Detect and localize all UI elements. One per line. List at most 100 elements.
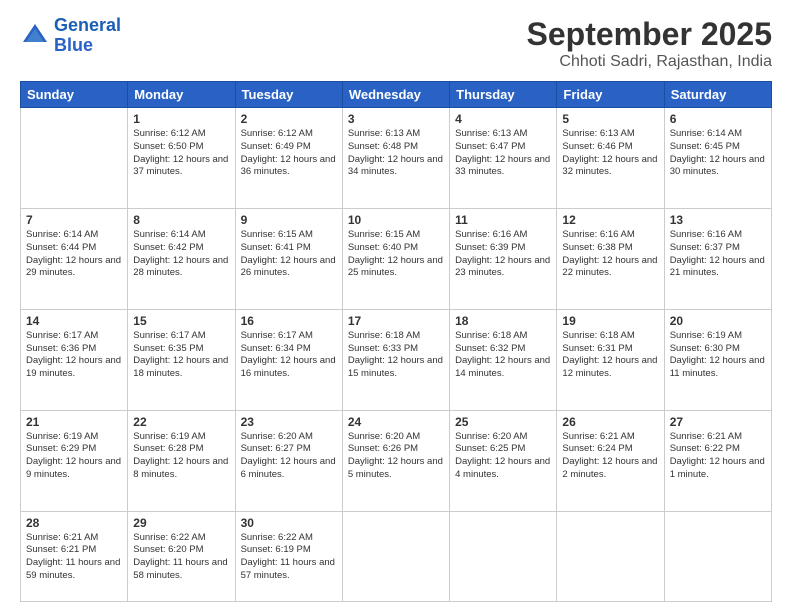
calendar-cell: 18 Sunrise: 6:18 AM Sunset: 6:32 PM Dayli…	[450, 309, 557, 410]
calendar-cell: 28 Sunrise: 6:21 AM Sunset: 6:21 PM Dayli…	[21, 511, 128, 602]
logo-general: General	[54, 15, 121, 35]
day-number: 4	[455, 112, 551, 126]
day-info: Sunrise: 6:19 AM Sunset: 6:30 PM Dayligh…	[670, 330, 766, 381]
logo-icon	[20, 21, 50, 51]
day-number: 6	[670, 112, 766, 126]
day-number: 21	[26, 415, 122, 429]
day-number: 28	[26, 516, 122, 530]
calendar-cell	[21, 108, 128, 209]
day-number: 29	[133, 516, 229, 530]
calendar-cell: 9Sunrise: 6:15 AM Sunset: 6:41 PM Daylig…	[235, 208, 342, 309]
calendar-cell: 10 Sunrise: 6:15 AM Sunset: 6:40 PM Dayli…	[342, 208, 449, 309]
day-info: Sunrise: 6:15 AM Sunset: 6:40 PM Dayligh…	[348, 229, 444, 280]
calendar-week-row: 14Sunrise: 6:17 AM Sunset: 6:36 PM Dayli…	[21, 309, 772, 410]
day-info: Sunrise: 6:18 AM Sunset: 6:33 PM Dayligh…	[348, 330, 444, 381]
day-number: 27	[670, 415, 766, 429]
logo-blue: Blue	[54, 36, 121, 56]
day-number: 16	[241, 314, 337, 328]
day-info: Sunrise: 6:14 AM Sunset: 6:44 PM Dayligh…	[26, 229, 122, 280]
calendar-day-header: Sunday	[21, 82, 128, 108]
calendar-cell: 24Sunrise: 6:20 AM Sunset: 6:26 PM Dayli…	[342, 410, 449, 511]
day-number: 25	[455, 415, 551, 429]
day-number: 5	[562, 112, 658, 126]
day-info: Sunrise: 6:18 AM Sunset: 6:31 PM Dayligh…	[562, 330, 658, 381]
day-info: Sunrise: 6:18 AM Sunset: 6:32 PM Dayligh…	[455, 330, 551, 381]
day-info: Sunrise: 6:20 AM Sunset: 6:26 PM Dayligh…	[348, 431, 444, 482]
calendar-week-row: 28 Sunrise: 6:21 AM Sunset: 6:21 PM Dayli…	[21, 511, 772, 602]
calendar-cell: 11 Sunrise: 6:16 AM Sunset: 6:39 PM Dayli…	[450, 208, 557, 309]
calendar-cell	[342, 511, 449, 602]
calendar-cell: 1Sunrise: 6:12 AM Sunset: 6:50 PM Daylig…	[128, 108, 235, 209]
day-number: 7	[26, 213, 122, 227]
day-number: 9	[241, 213, 337, 227]
calendar-cell: 3 Sunrise: 6:13 AM Sunset: 6:48 PM Daylig…	[342, 108, 449, 209]
day-number: 11	[455, 213, 551, 227]
logo-text: General Blue	[54, 16, 121, 56]
day-number: 3	[348, 112, 444, 126]
calendar-table: SundayMondayTuesdayWednesdayThursdayFrid…	[20, 81, 772, 602]
calendar-week-row: 21 Sunrise: 6:19 AM Sunset: 6:29 PM Dayli…	[21, 410, 772, 511]
day-info: Sunrise: 6:16 AM Sunset: 6:38 PM Dayligh…	[562, 229, 658, 280]
day-info: Sunrise: 6:21 AM Sunset: 6:24 PM Dayligh…	[562, 431, 658, 482]
calendar-cell: 14Sunrise: 6:17 AM Sunset: 6:36 PM Dayli…	[21, 309, 128, 410]
day-number: 19	[562, 314, 658, 328]
calendar-day-header: Tuesday	[235, 82, 342, 108]
day-info: Sunrise: 6:12 AM Sunset: 6:49 PM Dayligh…	[241, 128, 337, 179]
calendar-cell: 12 Sunrise: 6:16 AM Sunset: 6:38 PM Dayli…	[557, 208, 664, 309]
calendar-cell: 4Sunrise: 6:13 AM Sunset: 6:47 PM Daylig…	[450, 108, 557, 209]
calendar-cell: 22Sunrise: 6:19 AM Sunset: 6:28 PM Dayli…	[128, 410, 235, 511]
main-title: September 2025	[527, 16, 772, 53]
day-info: Sunrise: 6:17 AM Sunset: 6:34 PM Dayligh…	[241, 330, 337, 381]
calendar-week-row: 7 Sunrise: 6:14 AM Sunset: 6:44 PM Daylig…	[21, 208, 772, 309]
calendar-cell: 7 Sunrise: 6:14 AM Sunset: 6:44 PM Daylig…	[21, 208, 128, 309]
day-info: Sunrise: 6:20 AM Sunset: 6:27 PM Dayligh…	[241, 431, 337, 482]
day-info: Sunrise: 6:22 AM Sunset: 6:20 PM Dayligh…	[133, 532, 229, 583]
calendar-cell: 23 Sunrise: 6:20 AM Sunset: 6:27 PM Dayli…	[235, 410, 342, 511]
calendar-cell: 2 Sunrise: 6:12 AM Sunset: 6:49 PM Daylig…	[235, 108, 342, 209]
calendar-body: 1Sunrise: 6:12 AM Sunset: 6:50 PM Daylig…	[21, 108, 772, 602]
calendar-cell	[664, 511, 771, 602]
day-info: Sunrise: 6:20 AM Sunset: 6:25 PM Dayligh…	[455, 431, 551, 482]
day-info: Sunrise: 6:13 AM Sunset: 6:46 PM Dayligh…	[562, 128, 658, 179]
calendar-header-row: SundayMondayTuesdayWednesdayThursdayFrid…	[21, 82, 772, 108]
day-number: 23	[241, 415, 337, 429]
day-number: 12	[562, 213, 658, 227]
calendar-day-header: Saturday	[664, 82, 771, 108]
day-number: 1	[133, 112, 229, 126]
calendar-cell: 19 Sunrise: 6:18 AM Sunset: 6:31 PM Dayli…	[557, 309, 664, 410]
day-number: 8	[133, 213, 229, 227]
calendar-cell: 8Sunrise: 6:14 AM Sunset: 6:42 PM Daylig…	[128, 208, 235, 309]
day-info: Sunrise: 6:21 AM Sunset: 6:21 PM Dayligh…	[26, 532, 122, 583]
calendar-cell: 16 Sunrise: 6:17 AM Sunset: 6:34 PM Dayli…	[235, 309, 342, 410]
day-number: 26	[562, 415, 658, 429]
header: General Blue September 2025 Chhoti Sadri…	[20, 16, 772, 71]
calendar-day-header: Monday	[128, 82, 235, 108]
title-block: September 2025 Chhoti Sadri, Rajasthan, …	[527, 16, 772, 71]
day-info: Sunrise: 6:19 AM Sunset: 6:29 PM Dayligh…	[26, 431, 122, 482]
day-number: 18	[455, 314, 551, 328]
logo: General Blue	[20, 16, 121, 56]
day-info: Sunrise: 6:22 AM Sunset: 6:19 PM Dayligh…	[241, 532, 337, 583]
calendar-day-header: Thursday	[450, 82, 557, 108]
subtitle: Chhoti Sadri, Rajasthan, India	[527, 53, 772, 71]
day-info: Sunrise: 6:19 AM Sunset: 6:28 PM Dayligh…	[133, 431, 229, 482]
calendar-cell: 17Sunrise: 6:18 AM Sunset: 6:33 PM Dayli…	[342, 309, 449, 410]
calendar-cell	[450, 511, 557, 602]
calendar-cell	[557, 511, 664, 602]
calendar-cell: 15Sunrise: 6:17 AM Sunset: 6:35 PM Dayli…	[128, 309, 235, 410]
day-info: Sunrise: 6:21 AM Sunset: 6:22 PM Dayligh…	[670, 431, 766, 482]
day-info: Sunrise: 6:16 AM Sunset: 6:39 PM Dayligh…	[455, 229, 551, 280]
calendar-cell: 13Sunrise: 6:16 AM Sunset: 6:37 PM Dayli…	[664, 208, 771, 309]
day-info: Sunrise: 6:17 AM Sunset: 6:35 PM Dayligh…	[133, 330, 229, 381]
calendar-cell: 20Sunrise: 6:19 AM Sunset: 6:30 PM Dayli…	[664, 309, 771, 410]
day-info: Sunrise: 6:17 AM Sunset: 6:36 PM Dayligh…	[26, 330, 122, 381]
day-info: Sunrise: 6:13 AM Sunset: 6:48 PM Dayligh…	[348, 128, 444, 179]
day-number: 2	[241, 112, 337, 126]
calendar-day-header: Wednesday	[342, 82, 449, 108]
calendar-cell: 5 Sunrise: 6:13 AM Sunset: 6:46 PM Daylig…	[557, 108, 664, 209]
calendar-cell: 26 Sunrise: 6:21 AM Sunset: 6:24 PM Dayli…	[557, 410, 664, 511]
day-number: 10	[348, 213, 444, 227]
calendar-cell: 21 Sunrise: 6:19 AM Sunset: 6:29 PM Dayli…	[21, 410, 128, 511]
day-info: Sunrise: 6:16 AM Sunset: 6:37 PM Dayligh…	[670, 229, 766, 280]
calendar-cell: 6Sunrise: 6:14 AM Sunset: 6:45 PM Daylig…	[664, 108, 771, 209]
